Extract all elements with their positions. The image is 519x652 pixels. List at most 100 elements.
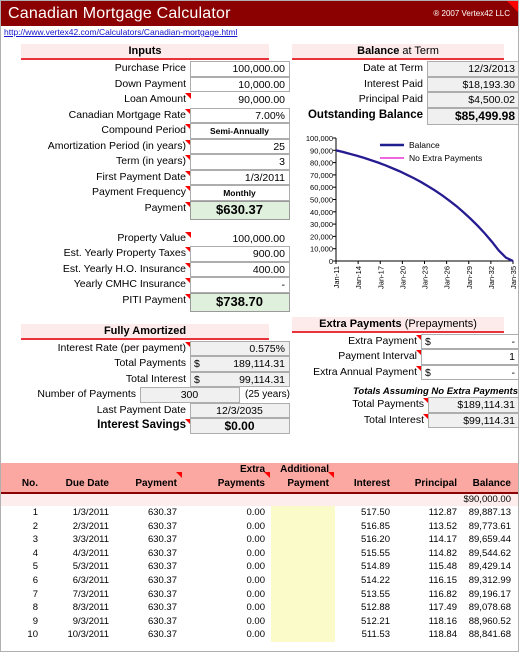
row-value[interactable]: 1 [421,349,518,365]
svg-text:20,000: 20,000 [310,232,333,241]
row-value[interactable]: Semi-Annually [190,123,290,139]
row-value[interactable]: 900.00 [190,246,290,262]
header-cell: Principal [414,478,457,489]
chart-line-balance [335,148,514,262]
amortization-table-body: 1 1/3/2011 630.37 0.00 517.50 112.87 89,887.13… [1,506,518,642]
cell-additional-payment[interactable] [271,546,335,561]
amortization-header-line2: No. Due Date Payment Payments Payment Interes… [1,477,518,492]
data-row: Outstanding Balance $85,499.98 [292,107,518,125]
property-rows: Property Value 100,000.00 Est. Yearly Prop… [1,231,290,312]
chart-y-axis-labels: 100,000 90,000 80,000 70,000 60,000 50,000 40,… [306,134,333,266]
cell-extra-payments: 0.00 [246,629,266,641]
svg-text:Jan-35: Jan-35 [509,266,518,289]
cell-balance: 89,887.13 [468,507,511,518]
row-label: Total Payments [114,357,186,369]
cell-additional-payment[interactable] [271,587,335,602]
amortization-years-note: (25 years) [244,389,290,400]
row-label: Property Value [1,231,191,247]
table-row: 4 4/3/2011 630.37 0.00 515.55 114.82 89,544.62 [1,546,518,561]
cell-due-date: 2/3/2011 [72,520,109,532]
row-value[interactable]: $ - [421,333,518,349]
svg-text:80,000: 80,000 [310,158,333,167]
cell-additional-payment[interactable] [271,506,335,520]
row-value: $189,114.31 [190,356,290,372]
svg-text:Jan-20: Jan-20 [398,266,407,289]
header-cell-top [119,463,195,478]
template-url-link[interactable]: http://www.vertex42.com/Calculators/Cana… [4,27,237,37]
data-row: Extra Annual Payment $ - [292,364,518,380]
row-label: Est. Yearly H.O. Insurance [1,262,195,278]
cell-payment: 630.37 [147,534,177,546]
cell-additional-payment[interactable] [271,573,335,588]
cell-interest: 515.55 [360,547,390,559]
row-label: Total Payments [292,397,429,413]
row-value[interactable]: 10,000.00 [190,76,290,92]
cell-extra-payments: 0.00 [246,520,266,532]
row-value[interactable]: $ - [421,364,518,380]
balance-at-term-header: Balance at Term [292,44,504,60]
cell-principal: 115.48 [428,561,457,573]
row-value[interactable]: Monthly [190,185,290,201]
fully-amortized-rows: Interest Rate (per payment) 0.575% Total P… [1,340,290,434]
cell-due-date: 5/3/2011 [72,561,109,573]
cell-additional-payment[interactable] [271,560,335,574]
cell-extra-payments: 0.00 [246,507,266,518]
cell-interest: 517.50 [360,507,390,518]
row-label: Outstanding Balance [307,108,423,121]
row-value: $189,114.31 [428,397,518,413]
data-row: Down Payment 10,000.00 [1,76,290,92]
table-row: 5 5/3/2011 630.37 0.00 514.89 115.48 89,429.14 [1,560,518,574]
cell-interest: 513.55 [360,588,390,600]
cell-additional-payment[interactable] [271,628,335,642]
row-label: Number of Payments [37,388,136,400]
row-value[interactable]: 400.00 [190,261,290,277]
row-label: Principal Paid [358,93,423,105]
extra-payments-header: Extra Payments (Prepayments) [292,316,504,333]
data-row: Payment $630.37 [1,200,290,220]
cell-additional-payment[interactable] [271,601,335,615]
cell-additional-payment[interactable] [271,519,335,534]
cell-due-date: 7/3/2011 [72,588,109,600]
row-label: First Payment Date [1,170,191,186]
data-row: Total Interest $99,114.31 [1,371,290,387]
left-column: Inputs Purchase Price 100,000.00 Down Paym… [1,44,290,434]
title-bar: Canadian Mortgage Calculator ® 2007 Vert… [1,1,518,26]
data-row: Number of Payments 300 (25 years) [1,387,290,403]
svg-text:Jan-32: Jan-32 [487,266,496,289]
row-value[interactable]: - [190,277,290,293]
inputs-section-header: Inputs [21,44,269,60]
cell-payment: 630.37 [147,602,177,614]
row-label: Loan Amount [1,92,191,108]
cell-no: 8 [32,602,38,614]
table-row: 1 1/3/2011 630.37 0.00 517.50 112.87 89,887.13 [1,506,518,520]
chart-legend: Balance No Extra Payments [380,140,482,163]
cell-balance: 89,544.62 [468,547,511,559]
cell-additional-payment[interactable] [271,614,335,629]
row-label: Term (in years) [1,154,191,170]
cell-payment: 630.37 [147,547,177,559]
extra-payments-header-bold: Extra Payments [319,317,402,330]
opening-balance-value: $90,000.00 [463,494,511,505]
row-label: Interest Rate (per payment) [1,341,191,357]
cell-due-date: 10/3/2011 [67,629,109,641]
cell-no: 5 [32,561,38,573]
row-value[interactable]: 100,000.00 [190,61,290,77]
cell-additional-payment[interactable] [271,533,335,547]
row-value[interactable]: 25 [190,138,290,154]
cell-extra-payments: 0.00 [246,615,266,627]
table-row: 3 3/3/2011 630.37 0.00 516.20 114.17 89,659.44 [1,533,518,547]
extra-payments-rows: Extra Payment $ - Payment Interval 1 Extra An… [292,333,518,380]
row-value[interactable]: 1/3/2011 [190,169,290,185]
balance-chart: 100,000 90,000 80,000 70,000 60,000 50,000 40,… [292,124,518,310]
row-value[interactable]: 3 [190,154,290,170]
row-label: Extra Payment [292,334,422,350]
cell-extra-payments: 0.00 [246,561,266,573]
row-value: 0.575% [190,340,290,356]
inputs-rows: Purchase Price 100,000.00 Down Payment 10,0… [1,61,290,220]
svg-text:0: 0 [329,257,333,266]
cell-balance: 89,429.14 [468,561,511,573]
row-value[interactable]: 7.00% [190,107,290,123]
cell-balance: 89,312.99 [468,574,511,586]
row-value: $0.00 [190,418,290,434]
svg-text:70,000: 70,000 [310,170,333,179]
